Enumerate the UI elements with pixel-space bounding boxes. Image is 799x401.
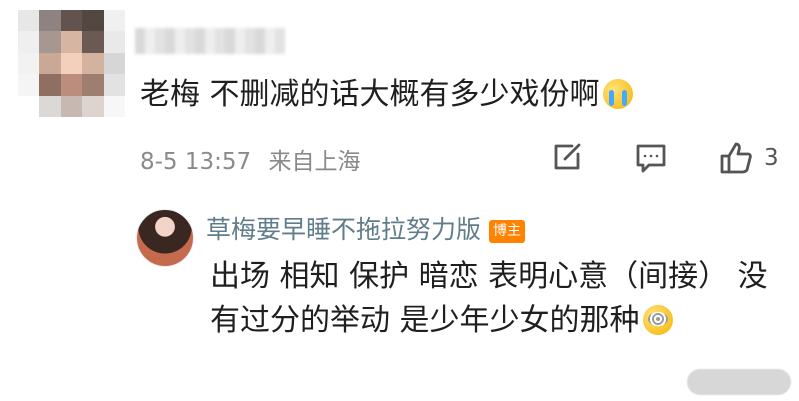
like-count: 3 (764, 145, 779, 171)
thumbs-up-icon (720, 142, 752, 174)
reply-author-line: 草梅要早睡不拖拉努力版 博主 (206, 210, 526, 246)
edit-share-icon (554, 143, 581, 170)
crying-emoji-icon (602, 79, 633, 109)
share-button[interactable] (550, 141, 582, 175)
commenter-avatar[interactable] (18, 10, 125, 117)
reply-text-content: 出场 相知 保护 暗恋 表明心意（间接） 没有过分的举动 是少年少女的那种 (210, 259, 768, 338)
comment-location: 来自上海 (268, 149, 361, 175)
comment-icon (636, 144, 666, 173)
comment-timestamp: 8-5 13:57 (140, 149, 252, 175)
comment-text-content: 老梅 不删减的话大概有多少戏份啊 (140, 77, 600, 112)
dizzy-emoji-icon (642, 305, 673, 335)
comment-meta: 8-5 13:57 来自上海 (140, 142, 370, 176)
comment-button[interactable] (634, 141, 668, 175)
comment-text: 老梅 不删减的话大概有多少戏份啊 (140, 72, 633, 118)
like-button[interactable]: 3 (718, 141, 779, 175)
reply-text: 出场 相知 保护 暗恋 表明心意（间接） 没有过分的举动 是少年少女的那种 (210, 255, 780, 343)
watermark-blurred (687, 369, 791, 395)
reply-author-name[interactable]: 草梅要早睡不拖拉努力版 (206, 215, 481, 244)
commenter-name-blurred[interactable] (135, 28, 285, 54)
blogger-badge: 博主 (489, 220, 526, 243)
reply-author-avatar[interactable] (136, 209, 194, 267)
